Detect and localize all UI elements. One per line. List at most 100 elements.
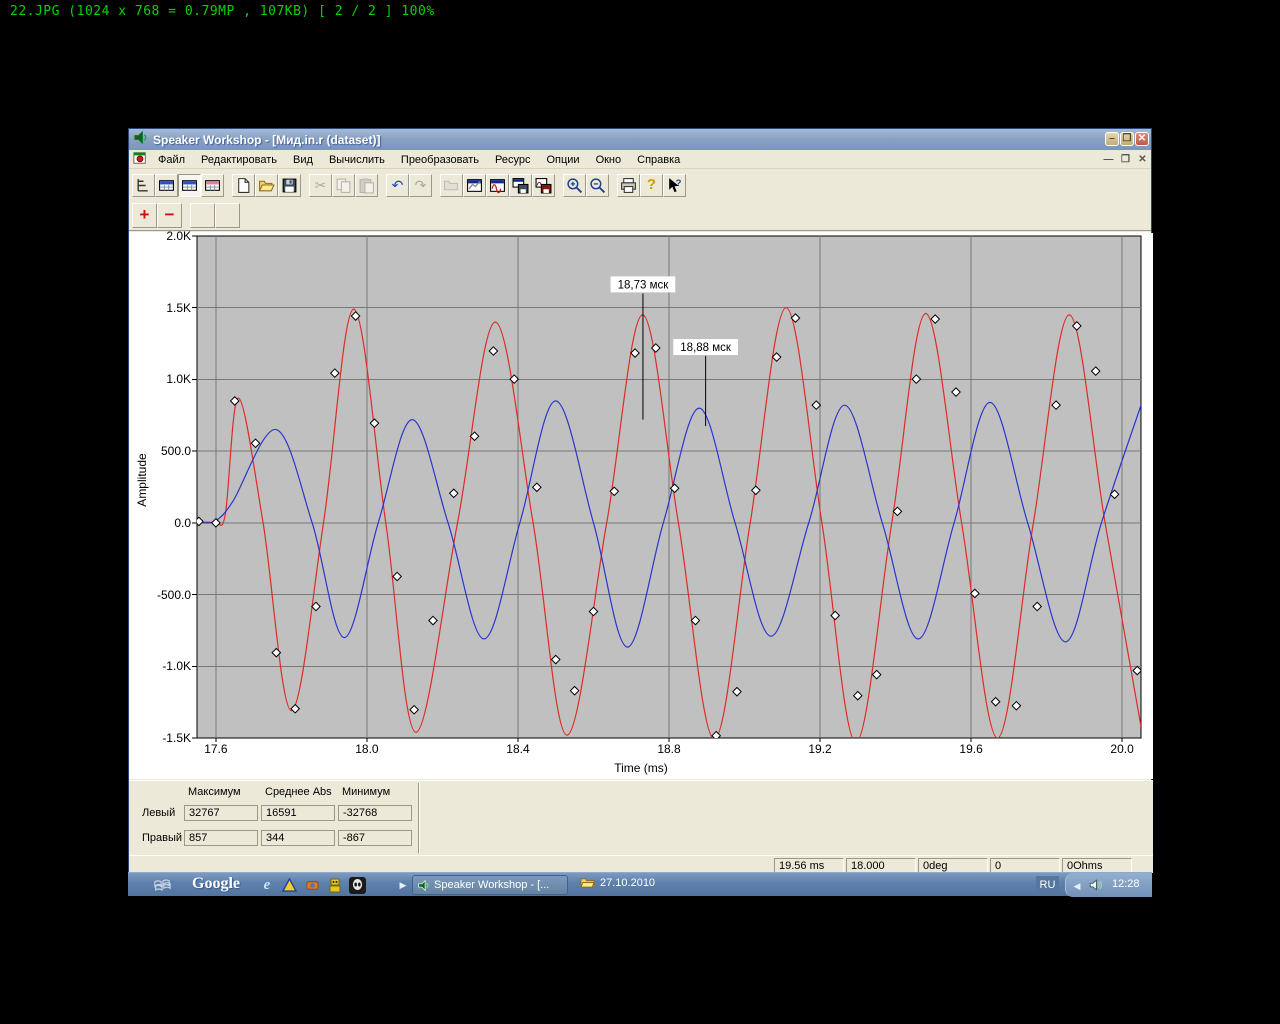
zoom-in-button[interactable] [563,174,586,197]
volume-icon[interactable] [1086,876,1104,894]
save-floppy-button[interactable] [278,174,301,197]
menu-item-2[interactable]: Вид [285,152,321,168]
alien-app-icon[interactable] [348,876,366,894]
new-document-button[interactable] [232,174,255,197]
open-window-button[interactable] [440,174,463,197]
datasheet-view-2-button[interactable] [178,174,201,197]
menu-item-0[interactable]: Файл [150,152,193,168]
x-tick-label: 18.8 [647,742,691,756]
zoom-out-button[interactable] [586,174,609,197]
x-tick-label: 19.6 [949,742,993,756]
main-toolbar: ✂ ↶↷?? [132,170,686,200]
add-point-button[interactable]: + [132,203,157,228]
open-folder-button[interactable] [255,174,278,197]
menu-item-5[interactable]: Ресурс [487,152,538,168]
taskbar-button-speaker-workshop[interactable]: Speaker Workshop - [... [412,875,568,895]
menu-item-8[interactable]: Справка [629,152,688,168]
y-axis-title: Amplitude [135,435,149,525]
context-help-button[interactable]: ? [663,174,686,197]
image-viewer: 22.JPG (1024 x 768 = 0.79MP , 107KB) [ 2… [0,0,1280,1024]
chevron-left-icon[interactable]: ◀ [1068,877,1086,895]
y-tick-label: 1.5K [129,301,191,315]
y-tick-label: -1.5K [129,731,191,745]
task-speaker-icon [417,879,430,892]
x-tick-label: 18.0 [345,742,389,756]
stats-value-Левый-2: -32768 [338,805,412,821]
copy-button[interactable] [332,174,355,197]
window-title: Speaker Workshop - [Мид.in.r (dataset)] [153,133,380,147]
title-bar[interactable]: Speaker Workshop - [Мид.in.r (dataset)] … [129,129,1151,150]
mdi-minimize-button[interactable]: — [1101,153,1116,167]
status-cell-0: 19.56 ms [774,858,844,873]
chevron-right-icon[interactable]: ▶ [394,876,412,894]
help-button[interactable]: ? [640,174,663,197]
annotation-label-0: 18,73 мск [618,279,670,291]
chart-area[interactable]: 18,73 мск18,88 мск 2.0K1.5K1.0K500.00.0-… [129,233,1153,779]
mdi-restore-button[interactable]: ❐ [1118,153,1133,167]
menu-item-7[interactable]: Окно [588,152,630,168]
orange-app-icon[interactable] [303,876,321,894]
yellow-robot-icon[interactable] [326,876,344,894]
datasheet-view-3-button[interactable] [201,174,224,197]
stats-row-label-1: Правый [142,832,182,844]
x-tick-label: 20.0 [1100,742,1144,756]
menu-item-4[interactable]: Преобразовать [393,152,487,168]
desktop-screenshot: Speaker Workshop - [Мид.in.r (dataset)] … [128,128,1152,896]
stats-value-Левый-0: 32767 [184,805,258,821]
waveform-chart[interactable]: 18,73 мск 18,88 мск [129,233,1153,779]
taskbar-item-date[interactable]: 27.10.2010 [580,876,655,889]
save-window-button[interactable] [509,174,532,197]
mdi-document-icon[interactable] [133,151,147,168]
language-indicator[interactable]: RU [1036,876,1059,894]
x-tick-label: 17.6 [194,742,238,756]
stats-value-Левый-1: 16591 [261,805,335,821]
undo-button[interactable]: ↶ [386,174,409,197]
blank-2-button[interactable] [215,203,240,228]
datasheet-view-1-button[interactable] [155,174,178,197]
triangle-logo-icon[interactable] [280,876,298,894]
paste-button[interactable] [355,174,378,197]
stats-panel: МаксимумСреднее AbsМинимумЛевый327671659… [129,780,1153,855]
taskbar-clock[interactable]: 12:28 [1112,878,1140,890]
mdi-close-button[interactable]: ✕ [1135,153,1150,167]
date-label: 27.10.2010 [600,877,655,889]
redo-button[interactable]: ↷ [409,174,432,197]
stats-value-Правый-2: -867 [338,830,412,846]
minimize-button[interactable]: – [1105,132,1119,146]
windows-flag-icon[interactable] [153,876,171,894]
x-tick-label: 19.2 [798,742,842,756]
stats-value-Правый-1: 344 [261,830,335,846]
x-axis-title: Time (ms) [581,761,701,775]
datasheet-tree-button[interactable] [132,174,155,197]
menu-bar: ФайлРедактироватьВидВычислитьПреобразова… [129,151,1151,169]
y-tick-label: 1.0K [129,372,191,386]
close-button[interactable]: ✕ [1135,132,1149,146]
annotation-label-1: 18,88 мск [680,342,732,354]
taskbar: Google e ▶ Speaker Workshop - [... 27.10… [128,872,1152,896]
stats-row-label-0: Левый [142,807,175,819]
status-bar: 19.56 ms18.0000deg00Ohms [129,855,1153,873]
menu-item-3[interactable]: Вычислить [321,152,393,168]
speaker-workshop-window: Speaker Workshop - [Мид.in.r (dataset)] … [128,128,1152,872]
menu-item-6[interactable]: Опции [538,152,587,168]
google-toolbar-logo[interactable]: Google [192,875,240,893]
remove-point-button[interactable]: − [157,203,182,228]
stats-value-Правый-0: 857 [184,830,258,846]
window-chart-button[interactable] [486,174,509,197]
status-cell-2: 0deg [918,858,988,873]
system-tray: ◀ 12:28 [1065,873,1152,897]
viewer-info-text: 22.JPG (1024 x 768 = 0.79MP , 107KB) [ 2… [10,4,435,19]
menu-item-1[interactable]: Редактировать [193,152,285,168]
y-tick-label: -500.0 [129,588,191,602]
dataset-toolbar: +− [132,201,240,229]
menu-items: ФайлРедактироватьВидВычислитьПреобразова… [150,152,688,168]
print-button[interactable] [617,174,640,197]
window-impedance-button[interactable] [463,174,486,197]
cut-button[interactable]: ✂ [309,174,332,197]
status-cell-4: 0Ohms [1062,858,1132,873]
blank-1-button[interactable] [190,203,215,228]
stats-col-header-1: Среднее Abs [265,786,332,798]
ie-icon[interactable]: e [258,876,276,894]
export-chart-button[interactable] [532,174,555,197]
restore-button[interactable]: ❐ [1120,132,1134,146]
